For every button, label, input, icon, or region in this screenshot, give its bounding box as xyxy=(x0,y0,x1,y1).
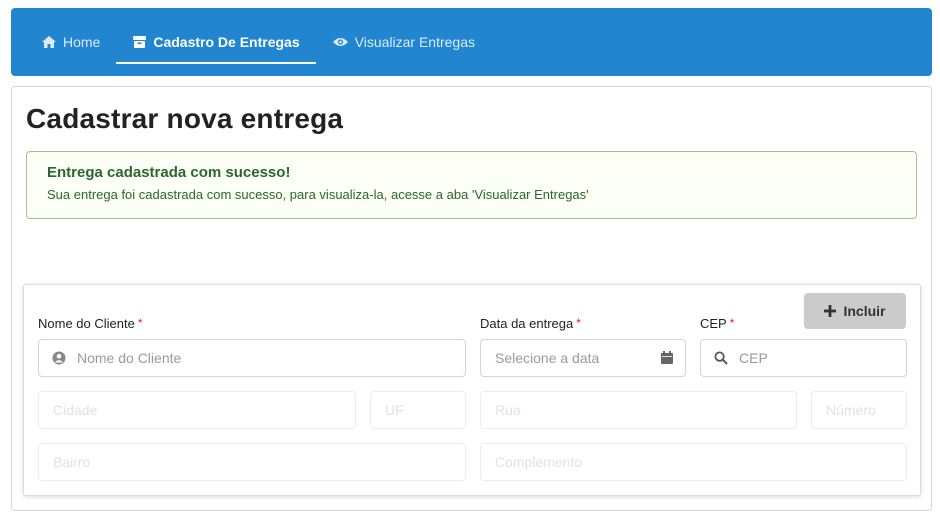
delivery-form: Incluir Nome do Cliente * Data da entrega… xyxy=(23,284,921,496)
delivery-date-input[interactable]: Selecione a data xyxy=(480,339,686,377)
success-message-text: Sua entrega foi cadastrada com sucesso, … xyxy=(47,187,589,202)
required-mark: * xyxy=(576,316,581,330)
nav-item-label: Home xyxy=(63,34,101,50)
cep-label: CEP * xyxy=(700,316,735,331)
nav-item-label: Cadastro De Entregas xyxy=(153,34,300,50)
include-button-label: Incluir xyxy=(843,303,886,319)
nav-item-cadastro[interactable]: Cadastro De Entregas xyxy=(116,8,316,76)
number-input[interactable]: Número xyxy=(811,391,907,429)
state-input[interactable]: UF xyxy=(370,391,466,429)
home-icon xyxy=(42,36,56,48)
client-name-input[interactable]: Nome do Cliente xyxy=(38,339,466,377)
delivery-date-label: Data da entrega * xyxy=(480,316,581,331)
nav-item-visualizar[interactable]: Visualizar Entregas xyxy=(322,8,485,76)
required-mark: * xyxy=(729,316,735,330)
user-icon xyxy=(52,351,66,365)
complement-input[interactable]: Complemento xyxy=(480,443,907,481)
top-navbar: Home Cadastro De Entregas Visualizar Ent… xyxy=(11,8,932,76)
include-button[interactable]: Incluir xyxy=(804,293,906,329)
box-icon xyxy=(133,36,147,48)
city-input[interactable]: Cidade xyxy=(38,391,356,429)
search-icon xyxy=(714,351,728,365)
cep-input[interactable]: CEP xyxy=(700,339,907,377)
success-message: Entrega cadastrada com sucesso! Sua entr… xyxy=(26,151,917,219)
calendar-icon xyxy=(661,351,673,364)
success-message-title: Entrega cadastrada com sucesso! xyxy=(47,164,291,181)
client-name-label: Nome do Cliente * xyxy=(38,316,143,331)
required-mark: * xyxy=(137,316,143,330)
main-content: Cadastrar nova entrega Entrega cadastrad… xyxy=(11,86,932,511)
nav-item-home[interactable]: Home xyxy=(31,8,110,76)
street-input[interactable]: Rua xyxy=(480,391,797,429)
nav-item-label: Visualizar Entregas xyxy=(354,34,476,50)
eye-icon xyxy=(332,38,348,46)
neighborhood-input[interactable]: Bairro xyxy=(38,443,466,481)
plus-icon xyxy=(824,305,837,317)
page-title: Cadastrar nova entrega xyxy=(26,103,344,134)
